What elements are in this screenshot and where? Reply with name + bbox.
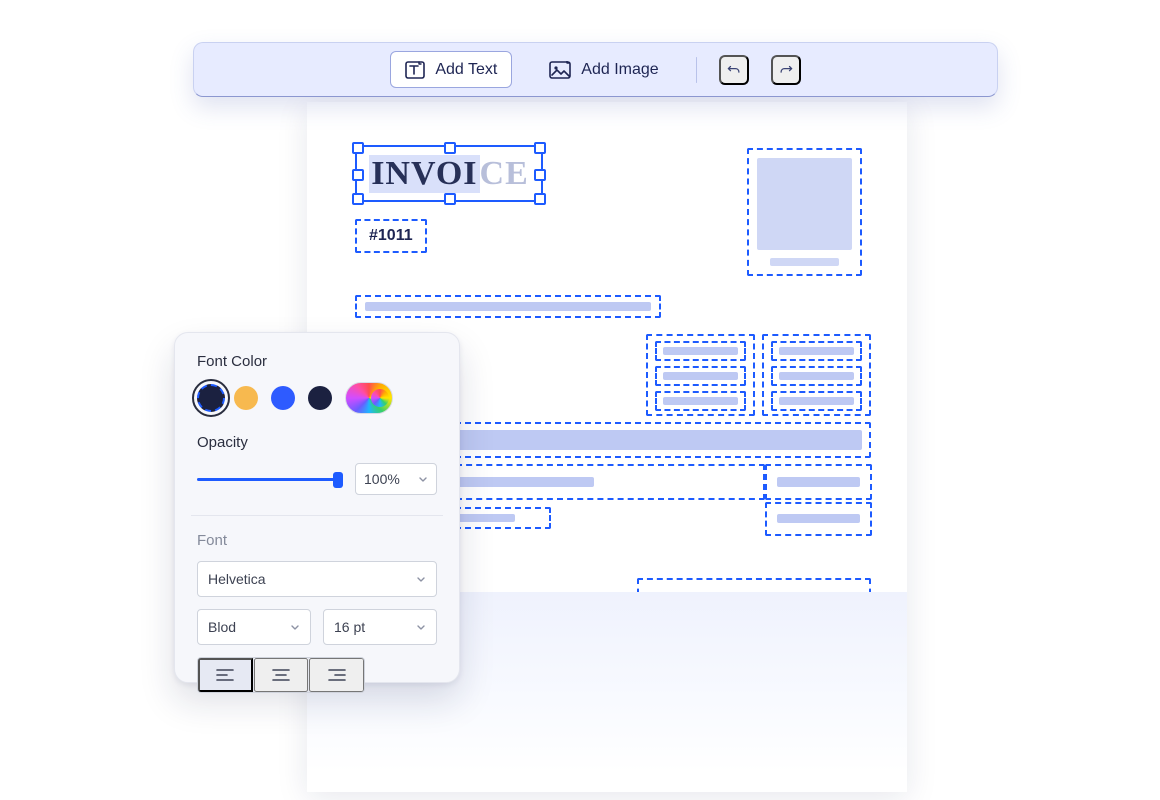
undo-button[interactable] [719,55,749,85]
opacity-value-text: 100% [364,471,400,487]
text-align-group [197,657,365,693]
align-center-button[interactable] [254,658,309,692]
amount-placeholder-2[interactable] [765,502,872,536]
resize-handle-n[interactable] [444,142,456,154]
color-swatch-navy-selected[interactable] [197,384,225,412]
font-color-swatches [197,382,437,414]
resize-handle-sw[interactable] [352,193,364,205]
add-text-label: Add Text [435,61,497,79]
text-placeholder-wide-1[interactable] [355,295,661,318]
slider-thumb[interactable] [333,472,343,488]
invoice-title-text-block[interactable]: INVOICE [355,145,543,202]
opacity-value-select[interactable]: 100% [355,463,437,495]
image-placeholder-body [757,158,852,250]
align-right-button[interactable] [309,658,364,692]
panel-divider [191,515,443,516]
add-image-label: Add Image [581,61,658,79]
resize-handle-ne[interactable] [534,142,546,154]
stage: Add Text Add Image INVOICE #10 [0,0,1160,800]
chevron-down-icon [290,622,300,632]
add-image-button[interactable]: Add Image [534,51,673,88]
chevron-down-icon [416,622,426,632]
opacity-label: Opacity [197,434,437,451]
redo-button[interactable] [771,55,801,85]
signature: Json [785,677,849,719]
color-swatch-yellow[interactable] [234,386,258,410]
table-row[interactable] [655,341,746,361]
align-left-button[interactable] [198,658,253,692]
opacity-slider[interactable] [197,471,341,487]
resize-handle-se[interactable] [534,193,546,205]
table-row[interactable] [655,366,746,386]
font-size-select[interactable]: 16 pt [323,609,437,645]
toolbar-separator [696,57,697,83]
invoice-number-block[interactable]: #1011 [355,219,427,253]
color-swatch-blue[interactable] [271,386,295,410]
color-swatch-navy[interactable] [308,386,332,410]
resize-handle-w[interactable] [352,169,364,181]
font-section-label: Font [197,532,437,549]
text-icon [405,61,425,79]
font-color-label: Font Color [197,353,437,370]
slider-track [197,478,341,481]
table-row[interactable] [771,341,862,361]
color-wheel-icon [371,389,389,407]
table-placeholder-b[interactable] [762,334,871,416]
color-picker-button[interactable] [345,382,393,414]
text-format-panel: Font Color Opacity 100% Font Helvetica [174,332,460,683]
totals-placeholder[interactable] [637,578,871,637]
add-text-button[interactable]: Add Text [390,51,512,88]
font-family-select[interactable]: Helvetica [197,561,437,597]
resize-handle-e[interactable] [534,169,546,181]
resize-handle-s[interactable] [444,193,456,205]
image-placeholder-caption [770,258,838,266]
invoice-title-selected-text: INVOI [369,155,479,193]
font-weight-value: Blod [208,619,236,635]
amount-placeholder-1[interactable] [765,464,872,500]
opacity-row: 100% [197,463,437,495]
image-placeholder[interactable] [747,148,862,276]
editor-toolbar: Add Text Add Image [193,42,998,97]
invoice-title-unselected-text: CE [480,155,529,193]
table-row[interactable] [655,391,746,411]
table-row[interactable] [771,391,862,411]
table-placeholder-a[interactable] [646,334,755,416]
font-weight-select[interactable]: Blod [197,609,311,645]
font-family-value: Helvetica [208,571,266,587]
resize-handle-nw[interactable] [352,142,364,154]
table-row[interactable] [771,366,862,386]
chevron-down-icon [416,574,426,584]
chevron-down-icon [418,474,428,484]
font-size-value: 16 pt [334,619,365,635]
image-icon [549,61,571,79]
